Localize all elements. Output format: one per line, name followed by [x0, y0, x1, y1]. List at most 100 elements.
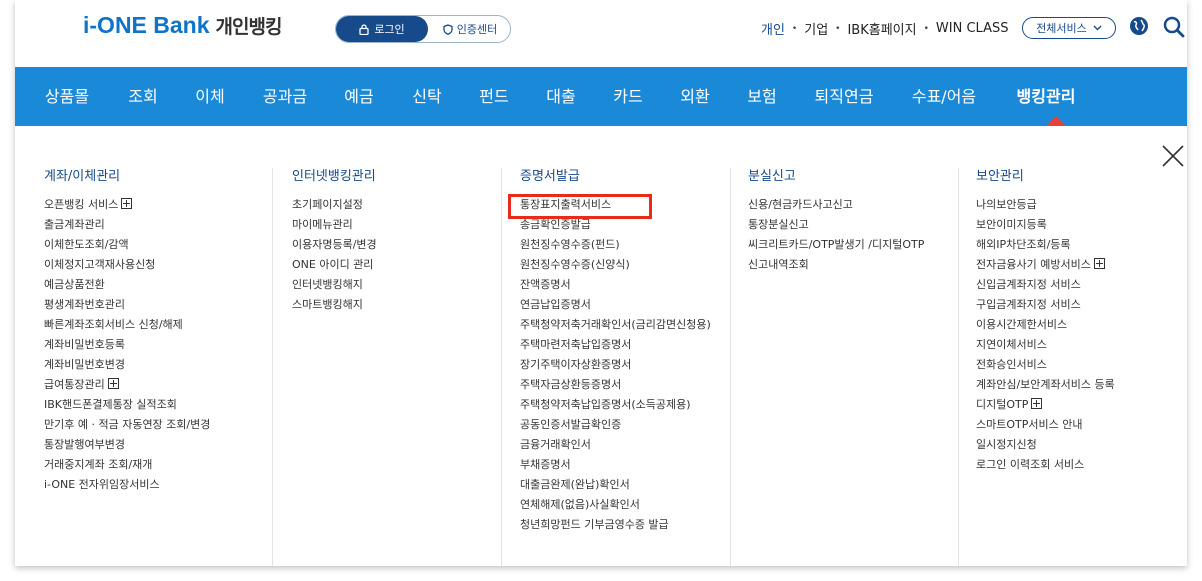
nav-item-fund[interactable]: 펀드: [479, 67, 508, 126]
menu-item[interactable]: 계좌비밀번호등록: [44, 337, 254, 353]
nav-item-inquiry[interactable]: 조회: [128, 67, 157, 126]
ibk-logo[interactable]: i-ONE Bank 개인뱅킹: [83, 12, 282, 39]
menu-item-label: 장기주택이자상환증명서: [520, 358, 632, 371]
top-link-homepage[interactable]: IBK홈페이지: [847, 19, 916, 38]
expand-plus-icon[interactable]: [121, 198, 133, 209]
menu-item[interactable]: 지연이체서비스: [976, 337, 1186, 353]
lock-icon: [359, 23, 369, 35]
nav-item-trust[interactable]: 신탁: [412, 67, 441, 126]
separator-dot: •: [835, 23, 841, 34]
menu-item[interactable]: 원천징수영수증(신양식): [520, 257, 730, 273]
menu-item[interactable]: 이체한도조회/감액: [44, 237, 254, 253]
nav-item-utility[interactable]: 공과금: [263, 67, 307, 126]
menu-item-label: 급여통장관리: [44, 378, 105, 391]
menu-item[interactable]: 로그인 이력조회 서비스: [976, 457, 1186, 473]
menu-item[interactable]: 계좌비밀번호변경: [44, 357, 254, 373]
menu-item[interactable]: 이용자명등록/변경: [292, 237, 502, 253]
menu-item-label: 신용/현금카드사고신고: [748, 198, 853, 211]
menu-item[interactable]: 대출금완제(완납)확인서: [520, 477, 730, 493]
menu-item[interactable]: 출금계좌관리: [44, 217, 254, 233]
nav-item-insurance[interactable]: 보험: [747, 67, 776, 126]
menu-item[interactable]: 송금확인증발급: [520, 217, 730, 233]
menu-item[interactable]: ONE 아이디 관리: [292, 257, 502, 273]
menu-item[interactable]: 빠른계좌조회서비스 신청/해제: [44, 317, 254, 333]
menu-item-label: i-ONE 전자위임장서비스: [44, 478, 160, 491]
menu-item[interactable]: 연금납입증명서: [520, 297, 730, 313]
nav-item-products[interactable]: 상품몰: [45, 67, 89, 126]
menu-item[interactable]: 예금상품전환: [44, 277, 254, 293]
nav-item-transfer[interactable]: 이체: [195, 67, 224, 126]
expand-plus-icon[interactable]: [1093, 258, 1105, 269]
nav-item-card[interactable]: 카드: [613, 67, 642, 126]
menu-item[interactable]: 나의보안등급: [976, 197, 1186, 213]
menu-item[interactable]: 이용시간제한서비스: [976, 317, 1186, 333]
menu-item[interactable]: 스마트뱅킹해지: [292, 297, 502, 313]
menu-item[interactable]: 공동인증서발급확인증: [520, 417, 730, 433]
menu-item[interactable]: 이체정지고객재사용신청: [44, 257, 254, 273]
menu-item[interactable]: 금융거래확인서: [520, 437, 730, 453]
menu-item[interactable]: 연체해제(없음)사실확인서: [520, 497, 730, 513]
menu-item-label: 원천징수영수증(신양식): [520, 258, 630, 271]
menu-item[interactable]: 만기후 예 · 적금 자동연장 조회/변경: [44, 417, 254, 433]
menu-item-label: 거래중지계좌 조회/재개: [44, 458, 153, 471]
menu-column-internet-banking: 인터넷뱅킹관리 초기페이지설정 마이메뉴관리 이용자명등록/변경 ONE 아이디 관리 인…: [292, 168, 502, 317]
menu-item[interactable]: 원천징수영수증(펀드): [520, 237, 730, 253]
menu-item[interactable]: 신용/현금카드사고신고: [748, 197, 958, 213]
menu-item[interactable]: 주택청약저축납입증명서(소득공제용): [520, 397, 730, 413]
menu-item[interactable]: 주택마련저축납입증명서: [520, 337, 730, 353]
menu-item[interactable]: 부채증명서: [520, 457, 730, 473]
menu-item[interactable]: 초기페이지설정: [292, 197, 502, 213]
menu-item[interactable]: 신입금계좌지정 서비스: [976, 277, 1186, 293]
menu-item[interactable]: 급여통장관리: [44, 377, 254, 393]
close-icon[interactable]: [1161, 144, 1185, 168]
menu-item[interactable]: 계좌안심/보안계좌서비스 등록: [976, 377, 1186, 393]
all-services-dropdown[interactable]: 전체서비스: [1022, 17, 1116, 39]
menu-item[interactable]: 보안이미지등록: [976, 217, 1186, 233]
menu-item[interactable]: 잔액증명서: [520, 277, 730, 293]
menu-item-label: 로그인 이력조회 서비스: [976, 458, 1085, 471]
menu-item[interactable]: 전자금융사기 예방서비스: [976, 257, 1186, 273]
menu-item[interactable]: 디지털OTP: [976, 397, 1186, 413]
menu-item[interactable]: IBK핸드폰결제통장 실적조회: [44, 397, 254, 413]
menu-item[interactable]: 오픈뱅킹 서비스: [44, 197, 254, 213]
menu-item[interactable]: 주택청약저축거래확인서(금리감면신청용): [520, 317, 730, 333]
top-link-winclass[interactable]: WIN CLASS: [936, 21, 1009, 36]
login-button[interactable]: 로그인: [336, 16, 428, 42]
shield-icon: [443, 23, 453, 35]
menu-list: 신용/현금카드사고신고통장분실신고씨크리트카드/OTP발생기 /디지털OTP 신고…: [748, 197, 958, 273]
menu-item-label: 청년희망펀드 기부금영수증 발급: [520, 518, 669, 531]
expand-plus-icon[interactable]: [107, 378, 119, 389]
search-icon[interactable]: [1163, 16, 1185, 38]
menu-item[interactable]: 전화승인서비스: [976, 357, 1186, 373]
menu-list: 통장표지출력서비스 송금확인증발급 원천징수영수증(펀드) 원천징수영수증(신양식) 잔…: [520, 197, 730, 533]
globe-icon[interactable]: [1129, 16, 1149, 36]
menu-item[interactable]: 평생계좌번호관리: [44, 297, 254, 313]
menu-item[interactable]: 신고내역조회: [748, 257, 958, 273]
menu-item[interactable]: i-ONE 전자위임장서비스: [44, 477, 254, 493]
menu-item[interactable]: 통장발행여부변경: [44, 437, 254, 453]
expand-plus-icon[interactable]: [1031, 398, 1043, 409]
menu-item[interactable]: 씨크리트카드/OTP발생기 /디지털OTP: [748, 237, 958, 253]
nav-item-deposit[interactable]: 예금: [344, 67, 373, 126]
top-link-corporate[interactable]: 기업: [804, 19, 828, 38]
cert-center-button[interactable]: 인증센터: [432, 16, 508, 42]
menu-item[interactable]: 청년희망펀드 기부금영수증 발급: [520, 517, 730, 533]
nav-item-check[interactable]: 수표/어음: [912, 67, 976, 126]
column-divider: [272, 168, 273, 566]
menu-item[interactable]: 통장분실신고: [748, 217, 958, 233]
menu-item[interactable]: 거래중지계좌 조회/재개: [44, 457, 254, 473]
top-link-personal[interactable]: 개인: [761, 19, 785, 38]
menu-item[interactable]: 인터넷뱅킹해지: [292, 277, 502, 293]
menu-item[interactable]: 해외IP차단조회/등록: [976, 237, 1186, 253]
menu-item-label: 연체해제(없음)사실확인서: [520, 498, 640, 511]
menu-item[interactable]: 스마트OTP서비스 안내: [976, 417, 1186, 433]
auth-group: 로그인 인증센터: [335, 15, 511, 43]
nav-item-pension[interactable]: 퇴직연금: [815, 67, 874, 126]
nav-item-loan[interactable]: 대출: [546, 67, 575, 126]
menu-item[interactable]: 장기주택이자상환증명서: [520, 357, 730, 373]
nav-item-forex[interactable]: 외환: [680, 67, 709, 126]
menu-item[interactable]: 일시정지신청: [976, 437, 1186, 453]
menu-item[interactable]: 마이메뉴관리: [292, 217, 502, 233]
menu-item[interactable]: 구입금계좌지정 서비스: [976, 297, 1186, 313]
menu-item[interactable]: 주택자금상환등증명서: [520, 377, 730, 393]
